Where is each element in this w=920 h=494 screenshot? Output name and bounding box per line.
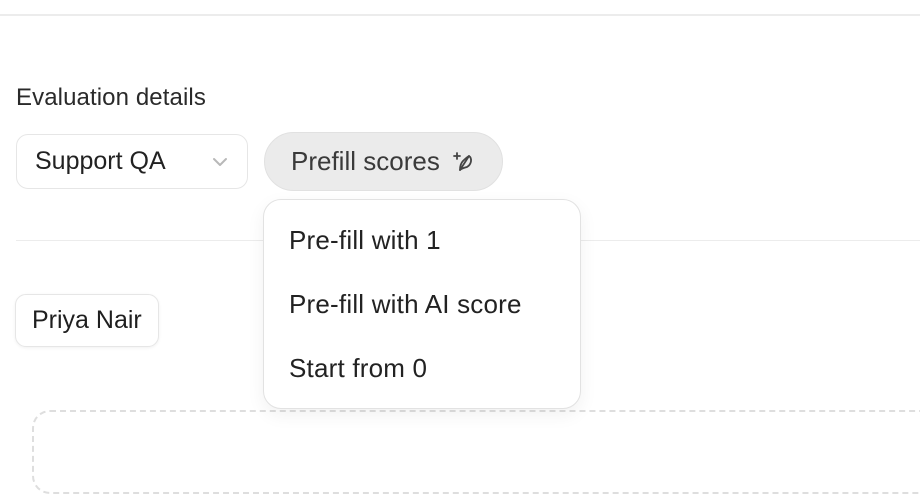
prefill-scores-label: Prefill scores <box>291 146 440 176</box>
dropzone[interactable] <box>32 410 920 494</box>
menu-item-prefill-1[interactable]: Pre-fill with 1 <box>264 208 580 272</box>
sparkle-leaf-icon <box>452 150 476 174</box>
top-divider <box>0 14 920 16</box>
template-select-value: Support QA <box>35 147 166 175</box>
section-heading: Evaluation details <box>16 84 206 111</box>
chevron-down-icon <box>211 156 229 168</box>
agent-chip[interactable]: Priya Nair <box>15 294 159 347</box>
evaluation-controls: Support QA Prefill scores <box>16 132 503 191</box>
menu-item-prefill-ai-score[interactable]: Pre-fill with AI score <box>264 272 580 336</box>
prefill-dropdown-menu: Pre-fill with 1 Pre-fill with AI score S… <box>263 199 581 409</box>
template-select[interactable]: Support QA <box>16 134 248 189</box>
menu-item-start-from-0[interactable]: Start from 0 <box>264 336 580 400</box>
agent-name: Priya Nair <box>32 306 142 334</box>
prefill-scores-button[interactable]: Prefill scores <box>264 132 503 191</box>
